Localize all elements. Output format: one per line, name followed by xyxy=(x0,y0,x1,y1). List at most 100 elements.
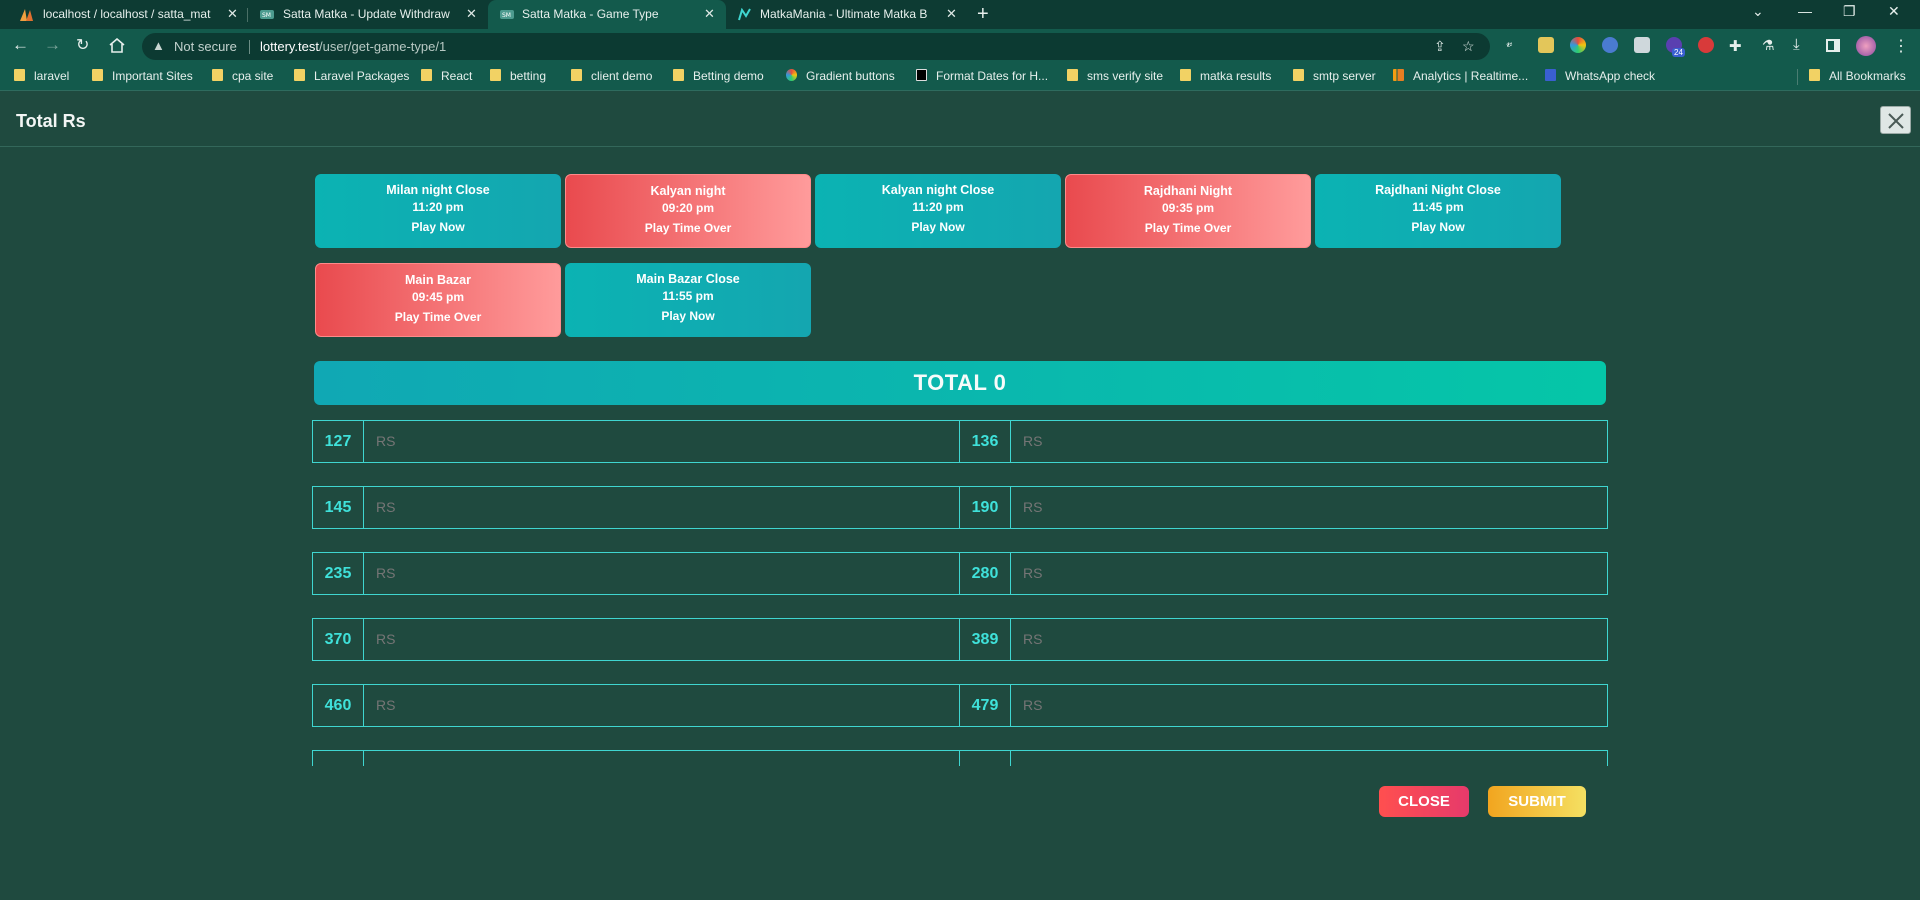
labs-flask-icon[interactable]: ⚗ xyxy=(1762,37,1775,54)
extension-color-icon[interactable] xyxy=(1570,37,1586,53)
amount-input[interactable] xyxy=(376,487,951,528)
download-icon[interactable]: ⤓ xyxy=(1793,36,1800,53)
bet-row-cell[interactable]: 235 xyxy=(312,552,960,595)
all-bookmarks-folder[interactable]: All Bookmarks xyxy=(1809,69,1906,83)
restore-icon[interactable]: ❐ xyxy=(1843,3,1856,20)
extension-globe-icon[interactable] xyxy=(1602,37,1618,53)
new-tab-plus-icon[interactable]: + xyxy=(977,3,989,26)
bookmark-folder[interactable]: sms verify site xyxy=(1067,69,1163,83)
browser-tab-active[interactable]: SM Satta Matka - Game Type ✕ xyxy=(488,0,726,29)
bookmark-folder[interactable]: client demo xyxy=(571,69,652,83)
bookmark-folder[interactable]: laravel xyxy=(14,69,69,83)
game-card-time: 11:20 pm xyxy=(412,200,464,214)
game-card[interactable]: Kalyan night Close 11:20 pm Play Now xyxy=(815,174,1061,248)
profile-avatar[interactable] xyxy=(1856,36,1876,56)
game-card[interactable]: Main Bazar Close 11:55 pm Play Now xyxy=(565,263,811,337)
bookmark-link[interactable]: Analytics | Realtime... xyxy=(1393,69,1528,83)
bookmark-folder[interactable]: React xyxy=(421,69,472,83)
tab-search-chevron-icon[interactable]: ⌄ xyxy=(1752,3,1764,20)
amount-input[interactable] xyxy=(376,751,951,766)
bet-row-cell[interactable] xyxy=(959,750,1608,766)
amount-input[interactable] xyxy=(376,553,951,594)
bet-number: 389 xyxy=(960,619,1011,660)
game-card-status[interactable]: Play Now xyxy=(565,309,811,323)
bookmark-folder[interactable]: betting xyxy=(490,69,546,83)
tab-close-icon[interactable]: ✕ xyxy=(946,6,957,22)
amount-input[interactable] xyxy=(376,421,951,462)
game-card-status[interactable]: Play Time Over xyxy=(316,310,560,324)
amount-input[interactable] xyxy=(1023,751,1599,766)
bet-row-cell[interactable]: 136 xyxy=(959,420,1608,463)
bet-row-cell[interactable]: 370 xyxy=(312,618,960,661)
bet-row-cell[interactable]: 190 xyxy=(959,486,1608,529)
game-card[interactable]: Milan night Close 11:20 pm Play Now xyxy=(315,174,561,248)
bet-number: 370 xyxy=(313,619,364,660)
bet-row-cell[interactable]: 145 xyxy=(312,486,960,529)
security-status[interactable]: Not secure xyxy=(174,39,237,54)
game-card-status[interactable]: Play Now xyxy=(315,220,561,234)
bookmark-link[interactable]: Gradient buttons xyxy=(786,69,895,83)
extension-v-icon[interactable]: 𝓋 xyxy=(1506,35,1522,51)
browser-tab[interactable]: MatkaMania - Ultimate Matka B ✕ xyxy=(726,0,966,29)
bookmark-folder[interactable]: Laravel Packages xyxy=(294,69,409,83)
amount-input[interactable] xyxy=(376,685,951,726)
bookmark-folder[interactable]: cpa site xyxy=(212,69,273,83)
extension-badge-count: 24 xyxy=(1672,48,1685,57)
bookmark-folder[interactable]: Betting demo xyxy=(673,69,764,83)
bookmark-link[interactable]: Format Dates for H... xyxy=(916,69,1048,83)
bet-row-cell[interactable] xyxy=(312,750,960,766)
modal-close-x-button[interactable] xyxy=(1880,106,1911,134)
game-card[interactable]: Kalyan night 09:20 pm Play Time Over xyxy=(565,174,811,248)
game-card[interactable]: Rajdhani Night 09:35 pm Play Time Over xyxy=(1065,174,1311,248)
address-bar[interactable]: ▲ Not secure lottery.test/user/get-game-… xyxy=(142,33,1490,60)
browser-tab[interactable]: SM Satta Matka - Update Withdraw ✕ xyxy=(250,0,488,29)
tab-close-icon[interactable]: ✕ xyxy=(466,6,477,22)
bet-grid[interactable]: 127 136 145 190 235 280 370 389 460 479 xyxy=(312,420,1608,766)
reload-icon[interactable]: ↻ xyxy=(76,35,89,55)
amount-input[interactable] xyxy=(1023,421,1599,462)
bookmark-folder[interactable]: Important Sites xyxy=(92,69,193,83)
amount-input[interactable] xyxy=(1023,487,1599,528)
game-card-status[interactable]: Play Now xyxy=(1315,220,1561,234)
game-card-name: Main Bazar xyxy=(405,273,471,287)
share-icon[interactable]: ⇪ xyxy=(1434,38,1446,55)
back-arrow-icon[interactable]: ← xyxy=(12,35,29,55)
submit-button[interactable]: SUBMIT xyxy=(1488,786,1586,817)
bet-row-cell[interactable]: 127 xyxy=(312,420,960,463)
game-card-status[interactable]: Play Now xyxy=(815,220,1061,234)
bet-row-cell[interactable]: 479 xyxy=(959,684,1608,727)
amount-input[interactable] xyxy=(1023,553,1599,594)
bet-row-cell[interactable]: 389 xyxy=(959,618,1608,661)
bet-row-cell[interactable]: 280 xyxy=(959,552,1608,595)
extensions-puzzle-icon[interactable]: ✚ xyxy=(1729,37,1742,55)
extension-stop-icon[interactable] xyxy=(1698,37,1714,53)
window-close-icon[interactable]: ✕ xyxy=(1888,3,1900,20)
game-card[interactable]: Main Bazar 09:45 pm Play Time Over xyxy=(315,263,561,337)
minimize-icon[interactable]: — xyxy=(1798,3,1812,19)
bookmark-star-icon[interactable]: ☆ xyxy=(1462,38,1475,55)
browser-tab[interactable]: localhost / localhost / satta_mat ✕ xyxy=(0,0,245,29)
extension-card-icon[interactable] xyxy=(1538,37,1554,53)
game-card-time: 11:20 pm xyxy=(912,200,964,214)
game-card-status[interactable]: Play Time Over xyxy=(566,221,810,235)
amount-input[interactable] xyxy=(1023,619,1599,660)
game-card-status[interactable]: Play Time Over xyxy=(1066,221,1310,235)
forward-arrow-icon[interactable]: → xyxy=(44,35,61,55)
home-icon[interactable] xyxy=(109,38,125,53)
bookmark-link[interactable]: WhatsApp check xyxy=(1545,69,1655,83)
bet-row-cell[interactable]: 460 xyxy=(312,684,960,727)
bookmarks-bar: laravel Important Sites cpa site Laravel… xyxy=(0,63,1920,91)
warning-triangle-icon[interactable]: ▲ xyxy=(152,38,165,53)
menu-kebab-icon[interactable]: ⋮ xyxy=(1893,36,1909,56)
game-card[interactable]: Rajdhani Night Close 11:45 pm Play Now xyxy=(1315,174,1561,248)
amount-input[interactable] xyxy=(376,619,951,660)
bookmark-folder[interactable]: smtp server xyxy=(1293,69,1376,83)
side-panel-icon[interactable] xyxy=(1826,39,1840,52)
tab-close-icon[interactable]: ✕ xyxy=(227,6,238,22)
tab-close-icon[interactable]: ✕ xyxy=(704,6,715,22)
close-button[interactable]: CLOSE xyxy=(1379,786,1469,817)
extension-camera-icon[interactable] xyxy=(1634,37,1650,53)
amount-input[interactable] xyxy=(1023,685,1599,726)
bookmark-folder[interactable]: matka results xyxy=(1180,69,1271,83)
url-text[interactable]: lottery.test/user/get-game-type/1 xyxy=(260,39,446,54)
